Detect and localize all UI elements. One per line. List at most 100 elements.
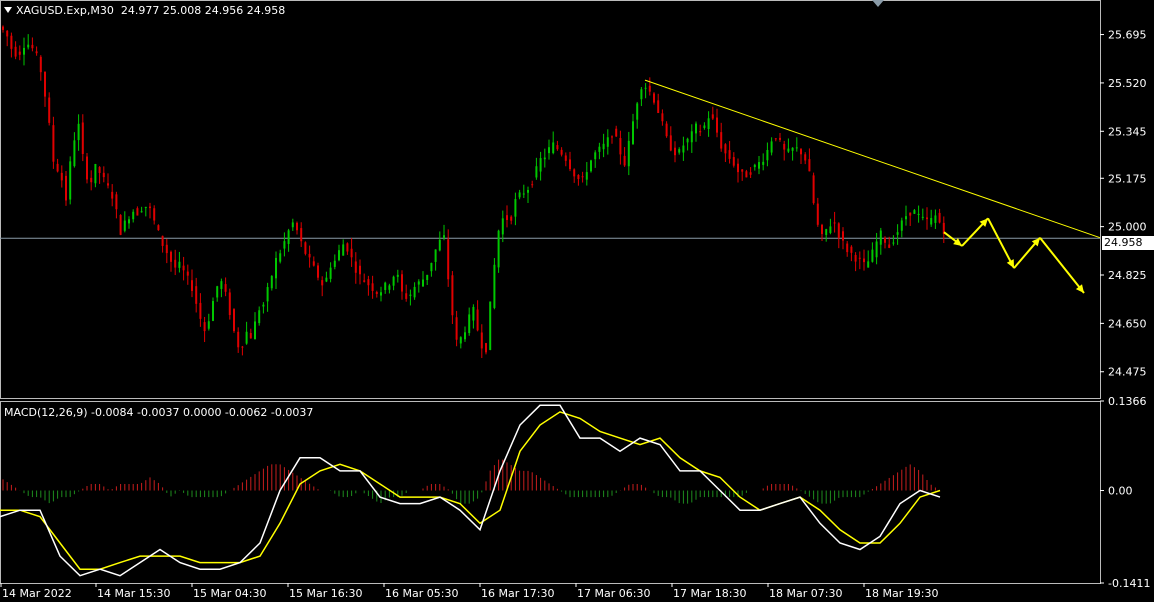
- candle-body: [598, 146, 601, 152]
- candle-body: [493, 264, 496, 308]
- candle-body: [65, 175, 67, 201]
- candle-body: [884, 237, 886, 243]
- candle-body: [350, 248, 353, 258]
- candle-body: [787, 148, 790, 152]
- price-tick-label: 25.520: [1108, 77, 1147, 90]
- candle-body: [396, 274, 399, 277]
- candle-body: [136, 208, 139, 216]
- candle-body: [640, 89, 643, 100]
- candle-body: [94, 163, 97, 184]
- candle-body: [363, 280, 366, 282]
- candle-body: [703, 125, 706, 129]
- candle-body: [18, 51, 21, 55]
- candle-body: [636, 103, 639, 120]
- candle-body: [921, 216, 924, 218]
- time-tick-label: 18 Mar 07:30: [769, 587, 842, 600]
- candle-body: [279, 253, 282, 262]
- candle-body: [518, 192, 521, 198]
- macd-tick-label: 0.00: [1108, 485, 1133, 498]
- candle-body: [333, 260, 336, 267]
- candle-body: [938, 212, 941, 223]
- candle-body: [10, 35, 13, 49]
- candle-body: [724, 144, 727, 154]
- candle-body: [842, 231, 844, 241]
- candle-body: [182, 265, 185, 271]
- candle-body: [867, 261, 870, 268]
- trend-line: [644, 79, 1101, 239]
- candle-body: [174, 259, 177, 268]
- candle-body: [879, 230, 882, 245]
- candle-body: [560, 149, 563, 155]
- candle-body: [308, 253, 311, 258]
- candle-body: [81, 122, 84, 155]
- candle-body: [758, 162, 760, 169]
- candle-body: [203, 322, 206, 332]
- candle-body: [863, 258, 865, 263]
- trading-chart[interactable]: 25.695 25.520 25.345 25.175 25.000 24.825 24.6…: [0, 0, 1154, 602]
- candle-body: [119, 215, 122, 235]
- candle-body: [695, 123, 697, 134]
- candle-body: [14, 46, 17, 57]
- candle-body: [392, 276, 395, 286]
- candle-body: [140, 211, 143, 213]
- candle-body: [829, 226, 832, 233]
- candle-body: [858, 257, 861, 259]
- candle-body: [816, 203, 819, 225]
- candle-body: [60, 172, 63, 181]
- candle-body: [825, 229, 828, 235]
- candle-body: [900, 220, 903, 231]
- candle-body: [644, 87, 647, 89]
- candle-body: [254, 321, 256, 340]
- candle-body: [766, 149, 769, 161]
- candle-body: [111, 191, 114, 199]
- symbol-label: XAGUSD.Exp,M30: [16, 4, 114, 17]
- candle-body: [665, 123, 668, 137]
- price-tick-label: 25.695: [1108, 29, 1147, 42]
- candle-body: [821, 224, 823, 235]
- candle-body: [48, 97, 51, 123]
- candle-body: [304, 242, 307, 254]
- candle-body: [266, 287, 269, 302]
- candle-body: [489, 301, 492, 350]
- candle-body: [871, 249, 874, 262]
- candle-body: [896, 232, 899, 235]
- candle-body: [909, 212, 912, 216]
- dropdown-triangle-icon[interactable]: [4, 7, 12, 13]
- candle-body: [837, 223, 840, 238]
- candle-body: [779, 137, 781, 140]
- candle-body: [216, 286, 219, 298]
- price-panel-border: [0, 0, 1101, 399]
- candle-body: [934, 215, 937, 223]
- candle-body: [77, 123, 80, 141]
- candle-body: [237, 331, 240, 348]
- candle-body: [690, 131, 693, 143]
- ohlc-values: 24.977 25.008 24.956 24.958: [120, 4, 286, 17]
- candle-body: [573, 169, 576, 177]
- candle-body: [926, 217, 928, 220]
- price-tick-label: 24.650: [1108, 317, 1147, 330]
- candle-body: [535, 166, 538, 178]
- candle-body: [455, 317, 458, 340]
- price-tick-label: 25.175: [1108, 172, 1147, 185]
- macd-header: MACD(12,26,9) -0.0084 -0.0037 0.0000 -0.…: [4, 406, 313, 419]
- candle-body: [669, 135, 672, 151]
- candle-body: [275, 257, 277, 279]
- candle-body: [774, 138, 777, 140]
- candle-body: [762, 161, 765, 165]
- candle-body: [632, 121, 634, 144]
- candle-body: [178, 261, 181, 268]
- candle-body: [249, 333, 252, 339]
- candle-body: [224, 284, 227, 292]
- price-tick-label: 24.475: [1108, 366, 1147, 379]
- candle-body: [548, 147, 550, 154]
- time-tick-label: 17 Mar 18:30: [673, 587, 746, 600]
- price-tick-label: 25.345: [1108, 125, 1147, 138]
- candle-body: [812, 175, 815, 204]
- candle-body: [354, 261, 357, 273]
- candle-body: [556, 145, 559, 150]
- candle-body: [795, 147, 798, 149]
- candle-body: [531, 184, 534, 186]
- candle-body: [543, 157, 546, 160]
- candle-body: [808, 159, 811, 172]
- price-tick-label: 24.825: [1108, 269, 1147, 282]
